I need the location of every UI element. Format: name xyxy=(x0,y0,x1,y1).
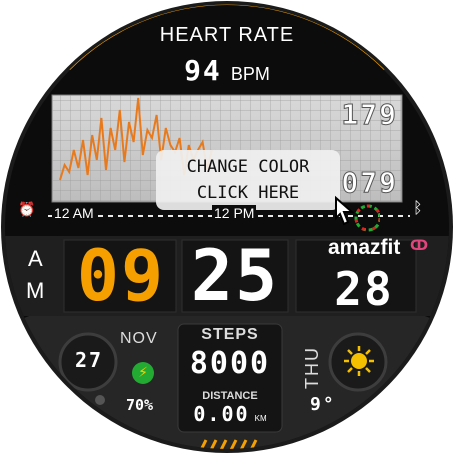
tooltip-line-1: CHANGE COLOR xyxy=(186,157,310,177)
weekday: THU xyxy=(302,346,322,389)
steps-label: STEPS xyxy=(201,326,259,343)
bluetooth-icon: ᛒ xyxy=(413,198,423,217)
seconds-display: 28 xyxy=(334,262,394,316)
hours-display: 09 xyxy=(76,235,166,317)
distance-unit: KM xyxy=(254,414,267,423)
tooltip-change-color[interactable]: CHANGE COLOR CLICK HERE xyxy=(156,150,340,210)
distance-value: 0.00 xyxy=(193,402,250,426)
brand-logo: amazfit xyxy=(328,236,401,259)
hand-pointer-icon xyxy=(330,192,382,238)
alarm-icon: ⏰ xyxy=(18,202,36,218)
sun-icon xyxy=(342,344,376,378)
screw xyxy=(357,415,367,425)
screw xyxy=(95,395,105,405)
brand-swirl-icon: ↀ xyxy=(410,238,429,254)
chart-scale-max: 179 xyxy=(341,98,398,132)
distance-label: DISTANCE xyxy=(202,390,258,402)
date-month: NOV xyxy=(120,330,158,347)
date-day: 27 xyxy=(74,348,104,372)
ampm-m: M xyxy=(26,278,45,303)
battery-charging-icon: ⚡ xyxy=(132,362,154,384)
chart-axis-start: 12 AM xyxy=(52,205,96,221)
battery-percent: 70% xyxy=(126,396,154,414)
distance-readout: 0.00 KM xyxy=(178,402,282,426)
heart-rate-value: 94 xyxy=(184,54,222,87)
minutes-display: 25 xyxy=(190,235,280,317)
weather-temp: 9° xyxy=(310,394,336,415)
heart-rate-readout: 94 BPM xyxy=(0,54,454,87)
tooltip-line-2: CLICK HERE xyxy=(196,183,300,203)
heart-rate-unit: BPM xyxy=(230,64,270,84)
ampm-a: A xyxy=(28,246,43,271)
steps-value: 8000 xyxy=(189,346,271,381)
chart-axis-mid: 12 PM xyxy=(212,205,257,221)
heart-rate-title: HEART RATE xyxy=(159,24,295,46)
